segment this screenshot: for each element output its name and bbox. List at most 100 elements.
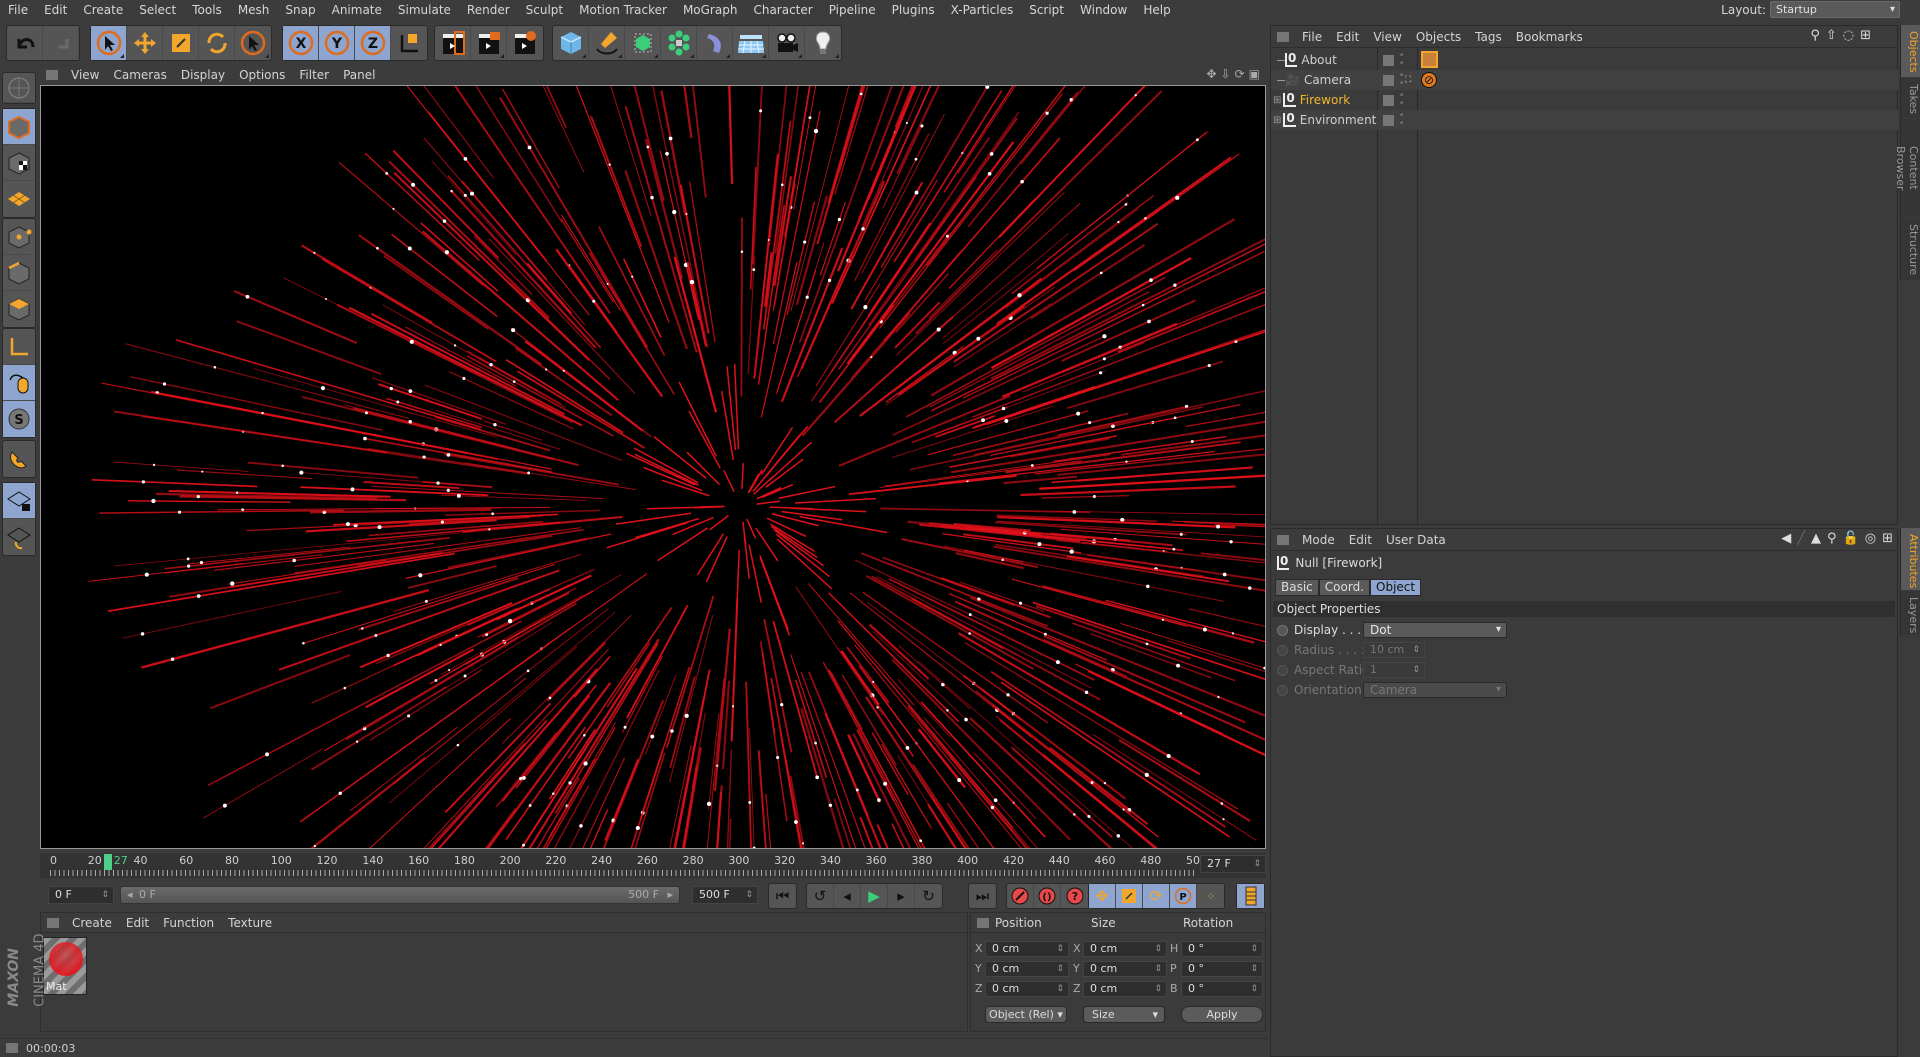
size-mode-dropdown[interactable]: Size ▾: [1083, 1006, 1165, 1023]
menu-motion-tracker[interactable]: Motion Tracker: [571, 3, 675, 17]
edit-visibility-icon[interactable]: [1383, 114, 1394, 126]
redo-button[interactable]: [43, 26, 79, 60]
cube-button[interactable]: [553, 26, 589, 60]
material-menu-create[interactable]: Create: [65, 916, 119, 930]
prev-frame-button[interactable]: ◂: [834, 884, 861, 908]
current-frame-field[interactable]: 27 F: [1200, 855, 1266, 873]
viewport-menu-cameras[interactable]: Cameras: [106, 68, 173, 82]
texture-mode-button[interactable]: [3, 145, 35, 181]
planar-workplane-button[interactable]: [3, 519, 35, 555]
edit-visibility-icon[interactable]: [1383, 94, 1394, 106]
viewport-menu-panel[interactable]: Panel: [336, 68, 382, 82]
visibility-dots-icon[interactable]: • •: [1399, 52, 1404, 69]
next-frame-button[interactable]: ▸: [888, 884, 915, 908]
autokeying-button[interactable]: (): [1034, 884, 1061, 908]
preview-range-slider[interactable]: ◂ 0 F 500 F ▸: [120, 886, 680, 904]
point-level-key-button[interactable]: ⁘: [1197, 884, 1224, 908]
workplane-mode-button[interactable]: [3, 181, 35, 217]
render-to-picture-viewer-button[interactable]: [471, 26, 507, 60]
eye-icon[interactable]: ◌: [1843, 28, 1854, 43]
snap-button[interactable]: [3, 441, 35, 477]
search-icon[interactable]: ⚲: [1810, 28, 1820, 43]
next-key-button[interactable]: ↻: [915, 884, 942, 908]
solo-mode-button[interactable]: S: [3, 401, 35, 437]
range-left-arrow-icon[interactable]: ◂: [127, 887, 133, 903]
edit-visibility-icon[interactable]: [1383, 54, 1394, 66]
polygons-mode-button[interactable]: [3, 291, 35, 327]
menu-help[interactable]: Help: [1135, 3, 1178, 17]
tab-layers[interactable]: Layers: [1900, 591, 1920, 635]
tweak-mode-button[interactable]: [3, 365, 35, 401]
menu-x-particles[interactable]: X-Particles: [943, 3, 1022, 17]
camera-button[interactable]: [769, 26, 805, 60]
parameter-key-button[interactable]: P: [1170, 884, 1197, 908]
toggle-layout-icon[interactable]: ▣: [1249, 67, 1260, 81]
menu-character[interactable]: Character: [745, 3, 820, 17]
menu-create[interactable]: Create: [75, 3, 131, 17]
points-mode-button[interactable]: [3, 219, 35, 255]
viewport-menu-filter[interactable]: Filter: [292, 68, 336, 82]
model-mode-button[interactable]: [3, 109, 35, 145]
new-panel-icon[interactable]: ⊞: [1860, 28, 1871, 43]
position-z-field[interactable]: 0 cm: [985, 981, 1069, 997]
rotation-key-button[interactable]: ⟳: [1143, 884, 1170, 908]
tab-content-browser[interactable]: Content Browser: [1894, 119, 1920, 217]
visibility-dots-icon[interactable]: • •: [1399, 92, 1404, 109]
display-dropdown[interactable]: Dot: [1363, 622, 1507, 638]
om-menu-bookmarks[interactable]: Bookmarks: [1509, 30, 1590, 44]
menu-mesh[interactable]: Mesh: [230, 3, 278, 17]
annotation-tag-icon[interactable]: [1421, 51, 1438, 68]
viewport-menu-display[interactable]: Display: [174, 68, 232, 82]
protection-tag-icon[interactable]: ⊘: [1421, 72, 1437, 88]
om-menu-objects[interactable]: Objects: [1409, 30, 1468, 44]
start-frame-field[interactable]: 0 F: [48, 886, 114, 904]
panel-grip[interactable]: [46, 70, 58, 80]
menu-pipeline[interactable]: Pipeline: [821, 3, 884, 17]
move-tool-button[interactable]: [127, 26, 163, 60]
menu-animate[interactable]: Animate: [324, 3, 390, 17]
light-button[interactable]: [805, 26, 841, 60]
panel-grip[interactable]: [1277, 534, 1289, 545]
record-active-objects-button[interactable]: [1007, 884, 1034, 908]
deformer-button[interactable]: [697, 26, 733, 60]
material-menu-edit[interactable]: Edit: [119, 916, 156, 930]
om-menu-view[interactable]: View: [1366, 30, 1408, 44]
material-menu-texture[interactable]: Texture: [221, 916, 279, 930]
axis-mode-button[interactable]: [3, 329, 35, 365]
menu-snap[interactable]: Snap: [277, 3, 323, 17]
menu-edit[interactable]: Edit: [36, 3, 75, 17]
menu-select[interactable]: Select: [131, 3, 184, 17]
goto-start-button[interactable]: ⏮: [769, 884, 796, 908]
rotation-b-field[interactable]: 0 °: [1181, 981, 1263, 997]
cloner-button[interactable]: [661, 26, 697, 60]
panel-grip[interactable]: [1277, 31, 1289, 42]
size-z-field[interactable]: 0 cm: [1083, 981, 1167, 997]
end-frame-field[interactable]: 500 F: [692, 886, 758, 904]
viewport-menu-view[interactable]: View: [64, 68, 106, 82]
size-y-field[interactable]: 0 cm: [1083, 961, 1167, 977]
pan-view-icon[interactable]: ✥: [1206, 67, 1216, 81]
timeline-window-button[interactable]: [1237, 884, 1264, 908]
menu-render[interactable]: Render: [459, 3, 518, 17]
floor-button[interactable]: [733, 26, 769, 60]
rotate-tool-button[interactable]: [199, 26, 235, 60]
coordinate-mode-dropdown[interactable]: Object (Rel) ▾: [985, 1006, 1067, 1023]
edit-visibility-icon[interactable]: [1383, 74, 1394, 86]
panel-grip[interactable]: [977, 917, 989, 928]
menu-file[interactable]: File: [0, 3, 36, 17]
recent-tool-button[interactable]: [235, 26, 271, 60]
object-row-about[interactable]: 0 About • •: [1271, 50, 1898, 70]
render-settings-button[interactable]: [507, 26, 543, 60]
forward-arrow-icon[interactable]: ╱: [1797, 531, 1805, 546]
am-menu-user-data[interactable]: User Data: [1379, 533, 1453, 547]
material-swatch[interactable]: Mat: [43, 937, 87, 995]
zoom-view-icon[interactable]: ⇩: [1221, 67, 1231, 81]
range-right-arrow-icon[interactable]: ▸: [667, 887, 673, 903]
tab-structure[interactable]: Structure: [1900, 218, 1920, 280]
radius-field[interactable]: 10 cm: [1363, 642, 1425, 658]
menu-sculpt[interactable]: Sculpt: [518, 3, 571, 17]
play-button[interactable]: ▶: [861, 884, 888, 908]
viewport-menu-options[interactable]: Options: [232, 68, 292, 82]
lock-workplane-button[interactable]: [3, 483, 35, 519]
pen-spline-button[interactable]: [589, 26, 625, 60]
